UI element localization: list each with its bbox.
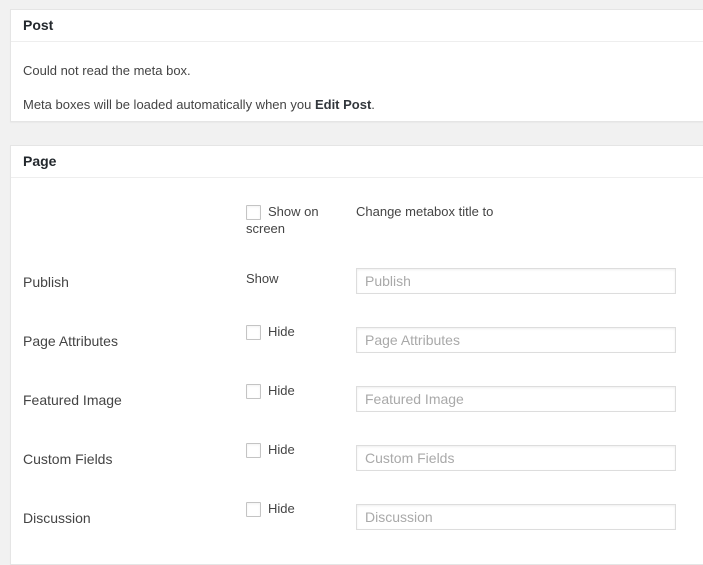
metabox-title-input[interactable] [356,445,676,471]
post-load-message-prefix: Meta boxes will be loaded automatically … [23,97,315,112]
page-metabox-title: Page [11,146,703,178]
change-metabox-title-header: Change metabox title to [356,203,676,220]
metabox-title-input[interactable] [356,327,676,353]
post-load-message-suffix: . [371,97,375,112]
hide-toggle[interactable]: Hide [246,442,295,457]
hide-toggle[interactable]: Hide [246,501,295,516]
row-label: Featured Image [23,386,246,408]
show-on-screen-header: Show on screen [246,203,356,237]
post-error-message: Could not read the meta box. [23,62,693,80]
show-on-screen-checkbox[interactable] [246,205,261,220]
hide-checkbox[interactable] [246,502,261,517]
metabox-table-header: Show on screen Change metabox title to [23,203,693,237]
metabox-row: Discussion Hide [23,504,693,530]
row-action-cell: Hide [246,323,356,340]
row-input-cell [356,327,676,353]
row-action-cell: Show [246,270,356,287]
post-load-message: Meta boxes will be loaded automatically … [23,96,693,114]
row-input-cell [356,504,676,530]
hide-toggle[interactable]: Hide [246,383,295,398]
row-input-cell [356,386,676,412]
page-metabox-body: Show on screen Change metabox title to P… [11,178,703,542]
row-label: Page Attributes [23,327,246,349]
action-label: Hide [268,324,295,339]
row-action-cell: Hide [246,500,356,517]
metabox-row: Custom Fields Hide [23,445,693,471]
post-metabox: Post Could not read the meta box. Meta b… [10,9,703,122]
metabox-row: Publish Show [23,268,693,294]
metabox-title-input[interactable] [356,504,676,530]
hide-toggle[interactable]: Hide [246,324,295,339]
row-input-cell [356,268,676,294]
action-text: Show [246,271,279,286]
hide-checkbox[interactable] [246,384,261,399]
post-metabox-body: Could not read the meta box. Meta boxes … [11,42,703,121]
hide-checkbox[interactable] [246,325,261,340]
row-label: Discussion [23,504,246,526]
metabox-rows: Publish Show Page Attributes Hide Featur… [23,268,693,530]
metabox-row: Page Attributes Hide [23,327,693,353]
row-action-cell: Hide [246,441,356,458]
action-label: Show [246,271,279,286]
action-label: Hide [268,383,295,398]
action-label: Hide [268,442,295,457]
metabox-row: Featured Image Hide [23,386,693,412]
action-label: Hide [268,501,295,516]
metabox-title-input[interactable] [356,268,676,294]
post-metabox-title: Post [11,10,703,42]
row-action-cell: Hide [246,382,356,399]
row-input-cell [356,445,676,471]
show-on-screen-toggle[interactable]: Show on screen [246,204,319,236]
edit-post-emphasis: Edit Post [315,97,371,112]
row-label: Publish [23,268,246,290]
page-metabox: Page Show on screen Change metabox title… [10,145,703,565]
hide-checkbox[interactable] [246,443,261,458]
row-label: Custom Fields [23,445,246,467]
metabox-title-input[interactable] [356,386,676,412]
